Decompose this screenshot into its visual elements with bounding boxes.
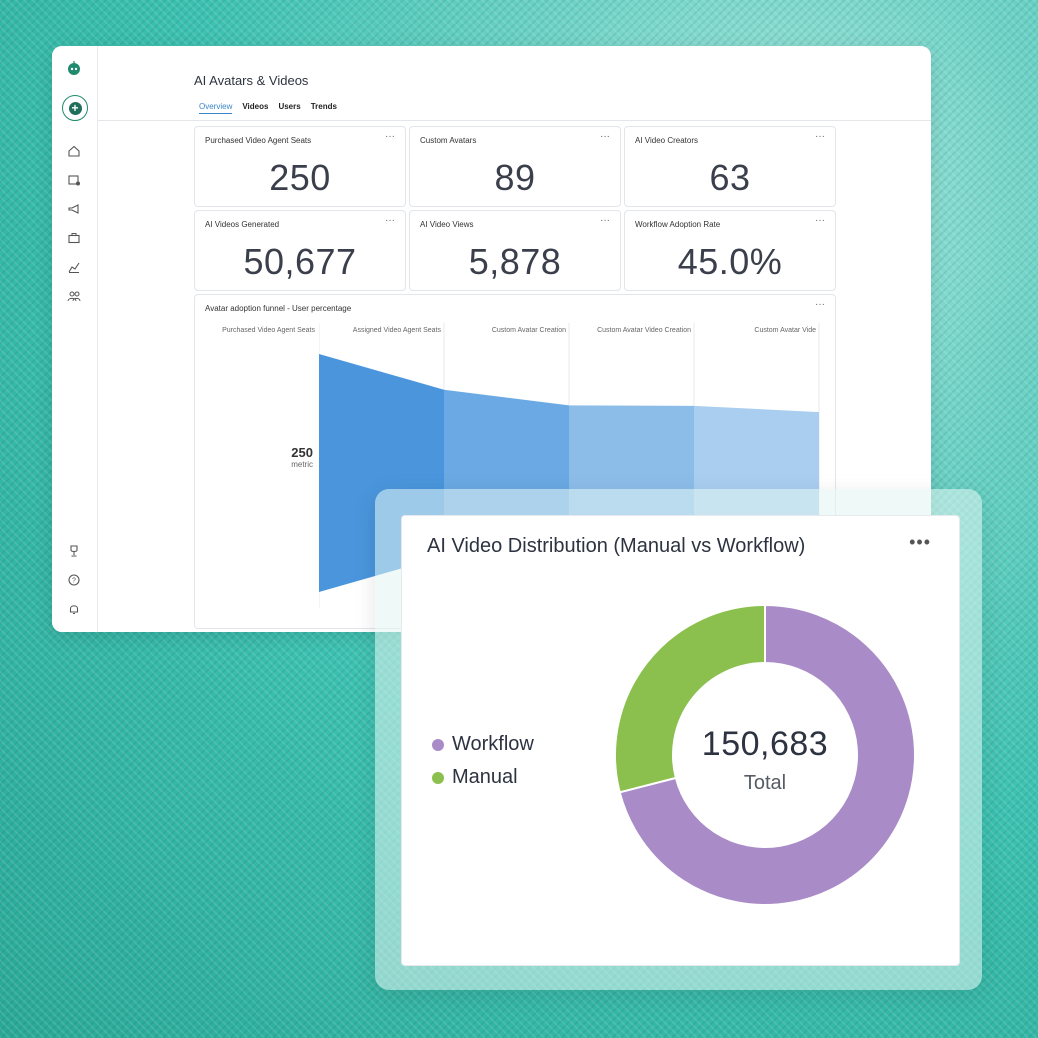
left-nav-rail: + ? xyxy=(52,46,98,632)
kpi-title: Purchased Video Agent Seats xyxy=(205,136,312,145)
svg-text:?: ? xyxy=(72,578,76,585)
funnel-title: Avatar adoption funnel - User percentage xyxy=(205,304,352,313)
legend-item-workflow[interactable]: Workflow xyxy=(432,728,534,761)
tab-trends[interactable]: Trends xyxy=(311,102,337,114)
funnel-metric-unit: metric xyxy=(291,460,313,469)
analytics-icon[interactable] xyxy=(67,260,81,274)
donut-total-value: 150,683 xyxy=(701,725,829,763)
robot-logo-icon[interactable] xyxy=(66,60,82,76)
tab-overview[interactable]: Overview xyxy=(199,102,233,114)
tab-bar: Overview Videos Users Trends xyxy=(199,102,337,114)
kpi-title: AI Video Views xyxy=(420,220,474,229)
tab-users[interactable]: Users xyxy=(278,102,300,114)
kpi-title: AI Video Creators xyxy=(635,136,698,145)
kpi-card-videos-generated: AI Videos Generated ··· 50,677 xyxy=(194,210,406,291)
home-icon[interactable] xyxy=(67,144,81,158)
kpi-value: 250 xyxy=(269,157,331,198)
kpi-card-video-creators: AI Video Creators ··· 63 xyxy=(624,126,836,207)
kpi-title: Workflow Adoption Rate xyxy=(635,220,721,229)
funnel-metric: 250 metric xyxy=(265,445,313,469)
users-icon[interactable] xyxy=(67,289,81,303)
legend-label: Workflow xyxy=(452,733,534,755)
distribution-title: AI Video Distribution (Manual vs Workflo… xyxy=(427,535,806,557)
kpi-card-purchased-seats: Purchased Video Agent Seats ··· 250 xyxy=(194,126,406,207)
megaphone-icon[interactable] xyxy=(67,202,81,216)
legend-swatch xyxy=(432,771,444,784)
kpi-value: 63 xyxy=(709,157,751,198)
card-menu-button[interactable]: ··· xyxy=(385,131,395,142)
tab-videos[interactable]: Videos xyxy=(242,102,268,114)
legend-label: Manual xyxy=(452,766,518,788)
funnel-metric-value: 250 xyxy=(291,445,313,460)
donut-center: 150,683 Total xyxy=(615,605,915,905)
kpi-title: Custom Avatars xyxy=(420,136,477,145)
card-menu-button[interactable]: ··· xyxy=(815,215,825,226)
kpi-card-custom-avatars: Custom Avatars ··· 89 xyxy=(409,126,621,207)
page-title: AI Avatars & Videos xyxy=(194,73,309,88)
kpi-value: 50,677 xyxy=(243,241,357,282)
distribution-menu-button[interactable]: ••• xyxy=(909,532,931,553)
distribution-legend: Workflow Manual xyxy=(432,728,534,794)
card-menu-button[interactable]: ··· xyxy=(815,131,825,142)
kpi-title: AI Videos Generated xyxy=(205,220,280,229)
funnel-stage-label: Purchased Video Agent Seats xyxy=(222,327,315,334)
card-menu-button[interactable]: ··· xyxy=(385,215,395,226)
legend-item-manual[interactable]: Manual xyxy=(432,761,534,794)
card-menu-button[interactable]: ··· xyxy=(600,131,610,142)
bell-icon[interactable] xyxy=(67,602,81,616)
kpi-card-workflow-adoption: Workflow Adoption Rate ··· 45.0% xyxy=(624,210,836,291)
calendar-icon[interactable] xyxy=(67,173,81,187)
create-button[interactable]: + xyxy=(62,95,88,121)
briefcase-icon[interactable] xyxy=(67,231,81,245)
card-menu-button[interactable]: ··· xyxy=(600,215,610,226)
trophy-icon[interactable] xyxy=(67,544,81,558)
plus-icon: + xyxy=(68,101,82,115)
kpi-value: 5,878 xyxy=(468,241,562,282)
donut-chart: 150,683 Total xyxy=(614,603,916,906)
help-icon[interactable]: ? xyxy=(67,573,81,587)
kpi-value: 45.0% xyxy=(677,241,783,282)
distribution-chart-card: AI Video Distribution (Manual vs Workflo… xyxy=(401,515,960,966)
card-menu-button[interactable]: ··· xyxy=(815,299,825,310)
legend-swatch xyxy=(432,738,444,751)
kpi-value: 89 xyxy=(494,157,536,198)
kpi-card-video-views: AI Video Views ··· 5,878 xyxy=(409,210,621,291)
donut-total-label: Total xyxy=(743,772,787,794)
page-header: AI Avatars & Videos Overview Videos User… xyxy=(98,46,931,121)
